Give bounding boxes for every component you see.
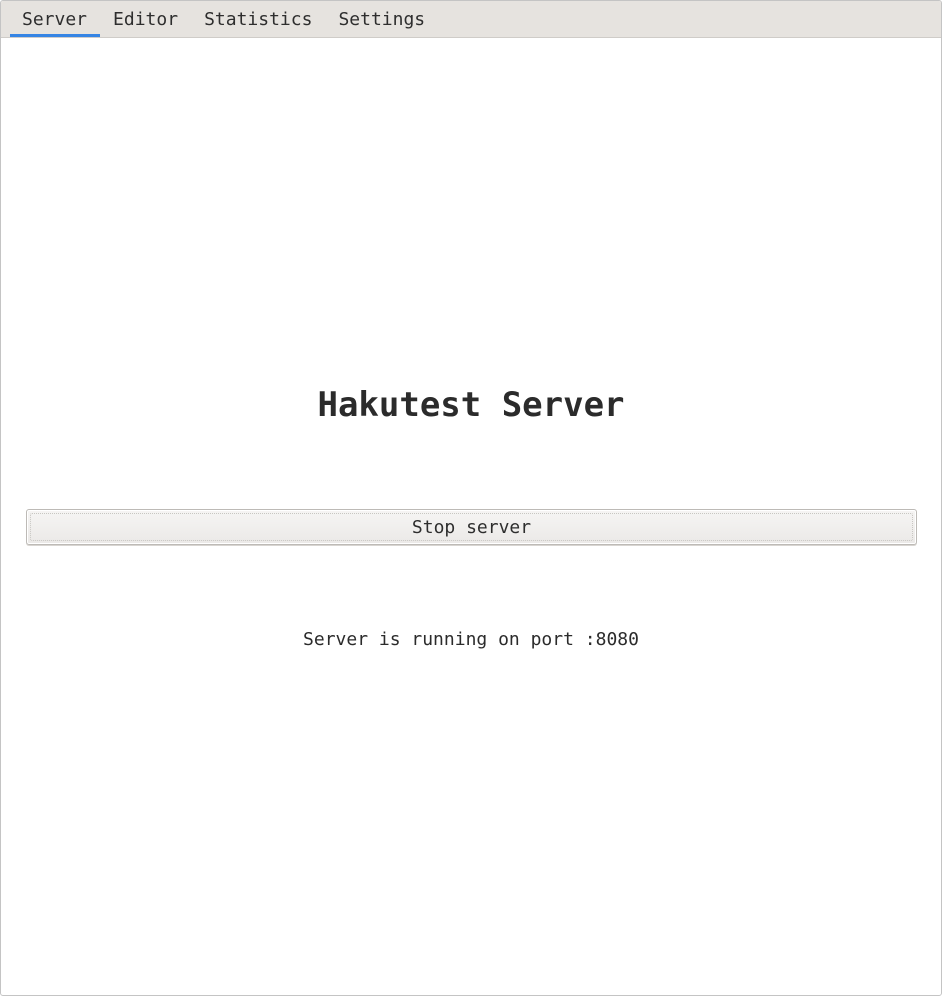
- stop-server-button-label: Stop server: [411, 517, 532, 538]
- app-window: Server Editor Statistics Settings Hakute…: [0, 0, 942, 996]
- stop-server-button[interactable]: Stop server: [26, 509, 917, 545]
- page-title: Hakutest Server: [317, 385, 625, 425]
- tab-settings[interactable]: Settings: [325, 1, 438, 37]
- tab-statistics[interactable]: Statistics: [191, 1, 325, 37]
- tab-editor[interactable]: Editor: [100, 1, 191, 37]
- server-status-text: Server is running on port :8080: [303, 629, 639, 650]
- tab-server[interactable]: Server: [9, 1, 101, 37]
- tab-bar: Server Editor Statistics Settings: [1, 1, 941, 38]
